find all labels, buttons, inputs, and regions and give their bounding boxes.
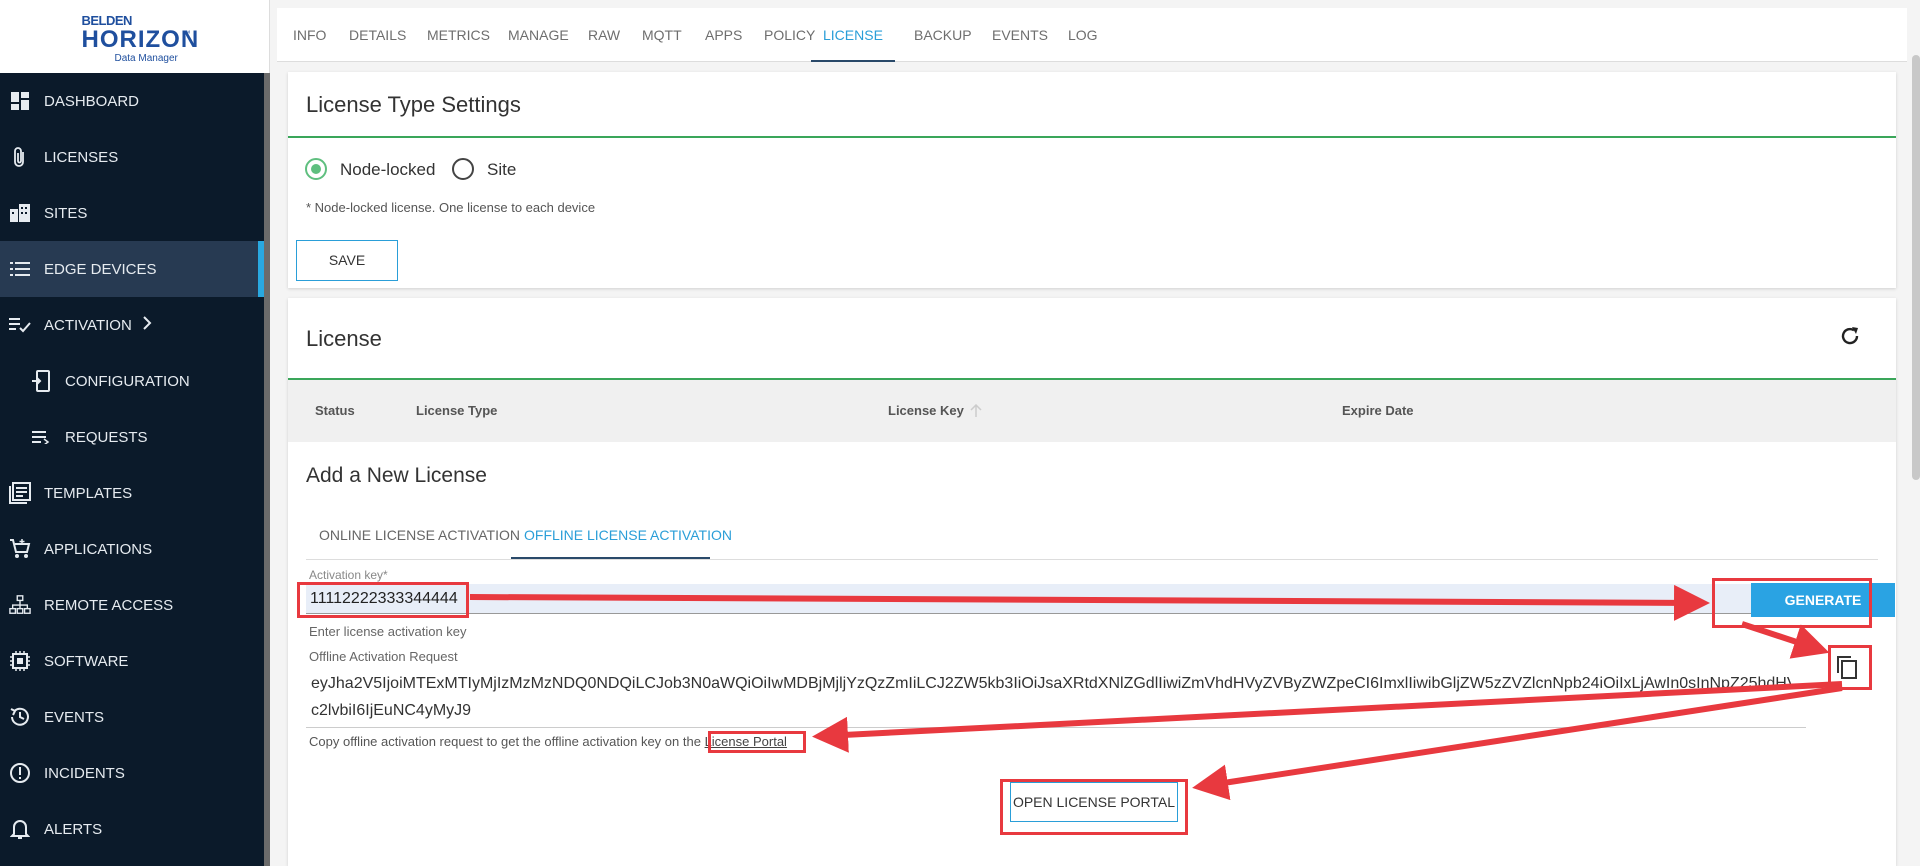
buildings-icon	[9, 202, 31, 224]
chip-icon	[9, 650, 31, 672]
sidebar-item-sites[interactable]: SITES	[0, 185, 262, 241]
sidebar-item-configuration[interactable]: CONFIGURATION	[0, 353, 262, 409]
annotation-box-generate	[1712, 578, 1872, 628]
tab-online-activation[interactable]: ONLINE LICENSE ACTIVATION	[319, 527, 520, 543]
sidebar-item-templates[interactable]: TEMPLATES	[0, 465, 262, 521]
sidebar-item-label: ACTIVATION	[44, 316, 132, 334]
site-label: Site	[487, 160, 517, 179]
cart-icon	[9, 538, 31, 560]
radio-site[interactable]	[452, 158, 474, 180]
tab-metrics[interactable]: METRICS	[427, 8, 490, 62]
tab-offline-activation[interactable]: OFFLINE LICENSE ACTIVATION	[524, 527, 732, 543]
annotation-box-portal-link	[708, 731, 806, 753]
sidebar-scrollbar[interactable]	[264, 73, 270, 866]
annotation-box-copy	[1828, 645, 1872, 690]
tab-policy[interactable]: POLICY	[764, 8, 815, 62]
page-scrollbar[interactable]	[1912, 55, 1920, 480]
sort-arrow-icon[interactable]	[970, 403, 982, 423]
activation-key-input[interactable]: 11112222333344444	[306, 584, 1878, 614]
trademark: ™	[182, 28, 191, 38]
sidebar-item-licenses[interactable]: LICENSES	[0, 129, 262, 185]
annotation-box-portal-button	[1000, 779, 1188, 835]
dashboard-icon	[9, 90, 31, 112]
brand-logo[interactable]: BELDEN HORIZON ™ Data Manager	[80, 7, 199, 67]
column-license-type[interactable]: License Type	[416, 403, 497, 418]
sidebar-item-label: LICENSES	[44, 148, 119, 166]
tab-mqtt[interactable]: MQTT	[642, 8, 682, 62]
config-device-icon	[30, 370, 52, 392]
offline-request-line-2: c2lvbiI6IjEuNC4yMyJ9	[311, 702, 472, 719]
sidebar-item-alerts[interactable]: ALERTS	[0, 801, 262, 857]
tab-raw[interactable]: RAW	[588, 8, 620, 62]
sidebar-item-label: EDGE DEVICES	[44, 260, 157, 278]
divider	[306, 559, 1878, 560]
activation-key-label: Activation key*	[309, 568, 388, 582]
sidebar: BELDEN HORIZON ™ Data Manager DASHBOARD …	[0, 0, 270, 866]
sidebar-item-remote-access[interactable]: REMOTE ACCESS	[0, 577, 262, 633]
sidebar-item-label: APPLICATIONS	[44, 540, 153, 558]
tab-details[interactable]: DETAILS	[349, 8, 406, 62]
list-lines-icon	[30, 426, 52, 448]
logo-area: BELDEN HORIZON ™ Data Manager	[0, 0, 270, 73]
alert-circle-icon	[9, 762, 31, 784]
tab-manage[interactable]: MANAGE	[508, 8, 569, 62]
node-locked-label: Node-locked	[340, 160, 436, 179]
activation-key-help: Enter license activation key	[309, 624, 467, 639]
sidebar-item-label: DASHBOARD	[44, 92, 140, 110]
list-icon	[9, 258, 31, 280]
templates-icon	[9, 482, 31, 504]
checklist-icon	[9, 314, 31, 336]
radio-node-locked[interactable]	[305, 158, 327, 180]
sidebar-item-label: SOFTWARE	[44, 652, 129, 670]
license-table-header: Status License Type License Key Expire D…	[288, 380, 1896, 442]
chevron-right-icon	[142, 316, 152, 334]
sidebar-item-events[interactable]: EVENTS	[0, 689, 262, 745]
divider	[306, 727, 1806, 728]
license-type-card: License Type Settings Node-locked Site *…	[288, 72, 1896, 288]
sidebar-item-label: EVENTS	[44, 708, 105, 726]
history-icon	[9, 706, 31, 728]
annotation-box-key	[297, 582, 469, 618]
sidebar-item-label: CONFIGURATION	[65, 372, 190, 390]
sidebar-item-label: TEMPLATES	[44, 484, 133, 502]
network-icon	[9, 594, 31, 616]
tab-info[interactable]: INFO	[293, 8, 326, 62]
sidebar-item-dashboard[interactable]: DASHBOARD	[0, 73, 262, 129]
sidebar-item-edge-devices[interactable]: EDGE DEVICES	[0, 241, 264, 297]
add-license-title: Add a New License	[306, 464, 487, 487]
tab-license[interactable]: LICENSE	[811, 8, 895, 62]
license-type-title: License Type Settings	[306, 92, 521, 117]
tab-apps[interactable]: APPS	[705, 8, 742, 62]
tab-log[interactable]: LOG	[1068, 8, 1098, 62]
bell-icon	[9, 818, 31, 840]
sidebar-item-requests[interactable]: REQUESTS	[0, 409, 262, 465]
column-expire-date[interactable]: Expire Date	[1342, 403, 1414, 418]
sidebar-item-label: REQUESTS	[65, 428, 148, 446]
offline-request-label: Offline Activation Request	[309, 649, 458, 664]
save-button[interactable]: SAVE	[296, 240, 398, 281]
column-license-key[interactable]: License Key	[888, 403, 964, 418]
offline-request-line-1: eyJha2V5IjoiMTExMTIyMjIzMzMzNDQ0NDQiLCJo…	[311, 675, 1791, 692]
license-title: License	[306, 326, 382, 351]
sidebar-item-incidents[interactable]: INCIDENTS	[0, 745, 262, 801]
column-status[interactable]: Status	[315, 403, 355, 418]
refresh-icon[interactable]	[1838, 324, 1862, 353]
paperclip-icon	[9, 146, 31, 168]
divider	[288, 136, 1896, 138]
sidebar-item-label: SITES	[44, 204, 88, 222]
sidebar-item-label: ALERTS	[44, 820, 103, 838]
tab-events[interactable]: EVENTS	[992, 8, 1048, 62]
tab-backup[interactable]: BACKUP	[914, 8, 972, 62]
sidebar-item-label: REMOTE ACCESS	[44, 596, 174, 614]
sidebar-item-activation[interactable]: ACTIVATION	[0, 297, 262, 353]
device-tabs: INFO DETAILS METRICS MANAGE RAW MQTT APP…	[277, 8, 1907, 62]
brand-line-3: Data Manager	[114, 52, 178, 64]
sidebar-item-label: INCIDENTS	[44, 764, 125, 782]
sidebar-item-software[interactable]: SOFTWARE	[0, 633, 262, 689]
license-type-note: * Node-locked license. One license to ea…	[306, 200, 596, 215]
sidebar-item-applications[interactable]: APPLICATIONS	[0, 521, 262, 577]
